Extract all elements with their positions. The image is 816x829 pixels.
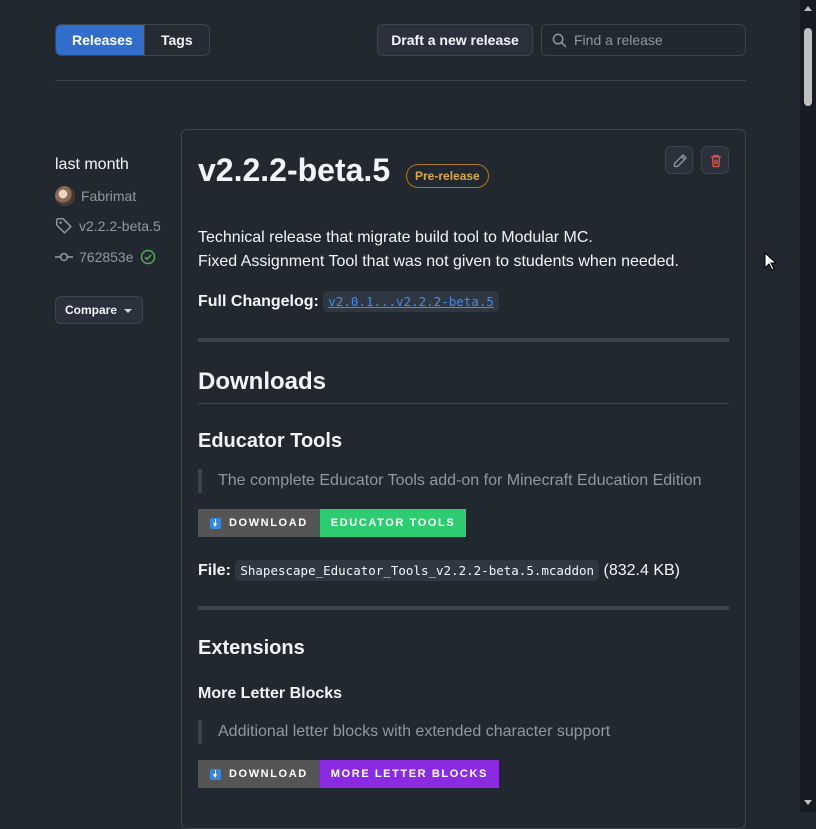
badge-left: DOWNLOAD <box>198 509 320 537</box>
release-tag-tabs: Releases Tags <box>55 24 210 56</box>
release-description-line: Fixed Assignment Tool that was not given… <box>198 253 679 270</box>
divider <box>198 338 729 342</box>
search-icon <box>552 33 567 48</box>
tab-tags[interactable]: Tags <box>144 25 209 55</box>
prerelease-badge: Pre-release <box>406 164 489 188</box>
download-more-letter-blocks-badge[interactable]: DOWNLOAD MORE LETTER BLOCKS <box>198 760 499 788</box>
file-size: (832.4 KB) <box>603 562 680 579</box>
badge-right: MORE LETTER BLOCKS <box>319 760 499 788</box>
tag-link[interactable]: v2.2.2-beta.5 <box>55 217 161 235</box>
compare-label: Compare <box>65 303 118 317</box>
file-row: File: Shapescape_Educator_Tools_v2.2.2-b… <box>198 559 680 583</box>
release-description-line: Technical release that migrate build too… <box>198 229 593 246</box>
commit-icon <box>55 252 73 262</box>
badge-right: EDUCATOR TOOLS <box>319 509 467 537</box>
search-input[interactable]: Find a release <box>541 24 746 56</box>
draft-release-button[interactable]: Draft a new release <box>377 24 533 56</box>
file-name: Shapescape_Educator_Tools_v2.2.2-beta.5.… <box>235 560 600 581</box>
changelog-link[interactable]: v2.0.1...v2.2.2-beta.5 <box>323 291 499 312</box>
author-name: Fabrimat <box>81 188 137 204</box>
search-placeholder: Find a release <box>574 32 663 48</box>
check-circle-icon <box>140 249 155 265</box>
avatar <box>55 186 75 206</box>
changelog-label: Full Changelog: <box>198 293 319 310</box>
author-link[interactable]: Fabrimat <box>55 186 136 206</box>
more-letter-blocks-heading: More Letter Blocks <box>198 685 343 702</box>
badge-left-label: DOWNLOAD <box>229 768 308 780</box>
release-date: last month <box>55 156 129 173</box>
tag-icon <box>55 217 72 234</box>
chevron-down-icon <box>124 309 132 313</box>
changelog-row: Full Changelog: v2.0.1...v2.2.2-beta.5 <box>198 290 499 314</box>
edit-button[interactable] <box>665 146 693 174</box>
compare-button[interactable]: Compare <box>55 296 143 324</box>
tab-releases[interactable]: Releases <box>56 25 144 55</box>
release-title[interactable]: v2.2.2-beta.5 <box>198 152 390 189</box>
download-educator-tools-badge[interactable]: DOWNLOAD EDUCATOR TOOLS <box>198 509 467 537</box>
file-label: File: <box>198 562 231 579</box>
pencil-icon <box>673 154 687 168</box>
divider <box>198 403 729 404</box>
commit-link[interactable]: 762853e <box>55 248 156 266</box>
tag-name: v2.2.2-beta.5 <box>79 218 161 234</box>
download-arrow-icon <box>210 517 221 529</box>
educator-tools-heading: Educator Tools <box>198 430 343 452</box>
scroll-up-arrow[interactable] <box>804 6 812 11</box>
extensions-heading: Extensions <box>198 637 305 659</box>
cursor-icon <box>764 252 778 271</box>
badge-left-label: DOWNLOAD <box>229 517 308 529</box>
delete-button[interactable] <box>701 146 729 174</box>
trash-icon <box>711 154 721 168</box>
download-arrow-icon <box>210 768 221 780</box>
divider <box>55 80 746 81</box>
scrollbar[interactable] <box>800 0 816 812</box>
scroll-down-arrow[interactable] <box>804 800 812 805</box>
scrollbar-thumb[interactable] <box>804 28 812 106</box>
commit-hash: 762853e <box>79 249 134 265</box>
downloads-heading: Downloads <box>198 368 327 395</box>
more-letter-blocks-quote: Additional letter blocks with extended c… <box>198 720 610 744</box>
badge-left: DOWNLOAD <box>198 760 320 788</box>
educator-tools-quote: The complete Educator Tools add-on for M… <box>198 469 702 493</box>
divider <box>198 606 729 610</box>
